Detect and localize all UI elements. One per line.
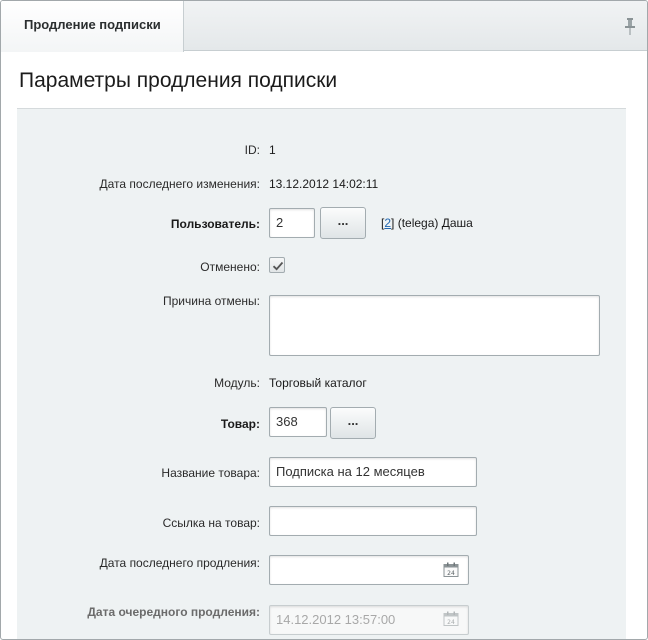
module-value: Торговый каталог [269, 376, 367, 390]
calendar-icon: 24 [443, 611, 459, 626]
product-name-label: Название товара: [161, 466, 260, 480]
user-select-button[interactable]: ... [320, 207, 366, 239]
product-name-input[interactable]: Подписка на 12 месяцев [269, 457, 477, 487]
product-link-label: Ссылка на товар: [162, 516, 260, 530]
product-label: Товар: [220, 417, 260, 431]
last-renewal-label: Дата последнего продления: [99, 556, 260, 570]
tab-bar: Продление подписки [1, 1, 647, 52]
cancel-reason-textarea[interactable] [269, 295, 600, 356]
product-id-input[interactable]: 368 [269, 407, 327, 437]
user-id-input[interactable]: 2 [269, 208, 315, 238]
user-name: (telega) Даша [394, 216, 473, 230]
tab-subscription-renewal[interactable]: Продление подписки [1, 1, 184, 52]
last-modified-value: 13.12.2012 14:02:11 [269, 177, 379, 191]
calendar-day-label: 24 [447, 570, 455, 577]
last-renewal-input[interactable] [269, 555, 469, 585]
pin-icon[interactable] [625, 18, 635, 36]
module-label: Модуль: [214, 376, 260, 390]
id-label: ID: [244, 143, 260, 157]
product-select-button[interactable]: ... [330, 407, 376, 439]
canceled-checkbox[interactable] [269, 257, 285, 273]
page-title: Параметры продления подписки [19, 69, 338, 92]
window: Продление подписки Параметры продления п… [0, 0, 648, 640]
canceled-label: Отменено: [200, 260, 260, 274]
user-link: [2] (telega) Даша [381, 216, 473, 230]
user-label: Пользователь: [170, 217, 260, 231]
next-renewal-input: 14.12.2012 13:57:00 [269, 605, 469, 635]
checkmark-icon [272, 261, 284, 271]
calendar-icon[interactable]: 24 [443, 562, 459, 578]
next-renewal-label: Дата очередного продления: [87, 605, 260, 619]
id-value: 1 [269, 143, 276, 157]
calendar-day-label: 24 [447, 619, 455, 626]
cancel-reason-label: Причина отмены: [162, 294, 260, 308]
product-link-input[interactable] [269, 506, 477, 536]
last-modified-label: Дата последнего изменения: [99, 177, 260, 191]
